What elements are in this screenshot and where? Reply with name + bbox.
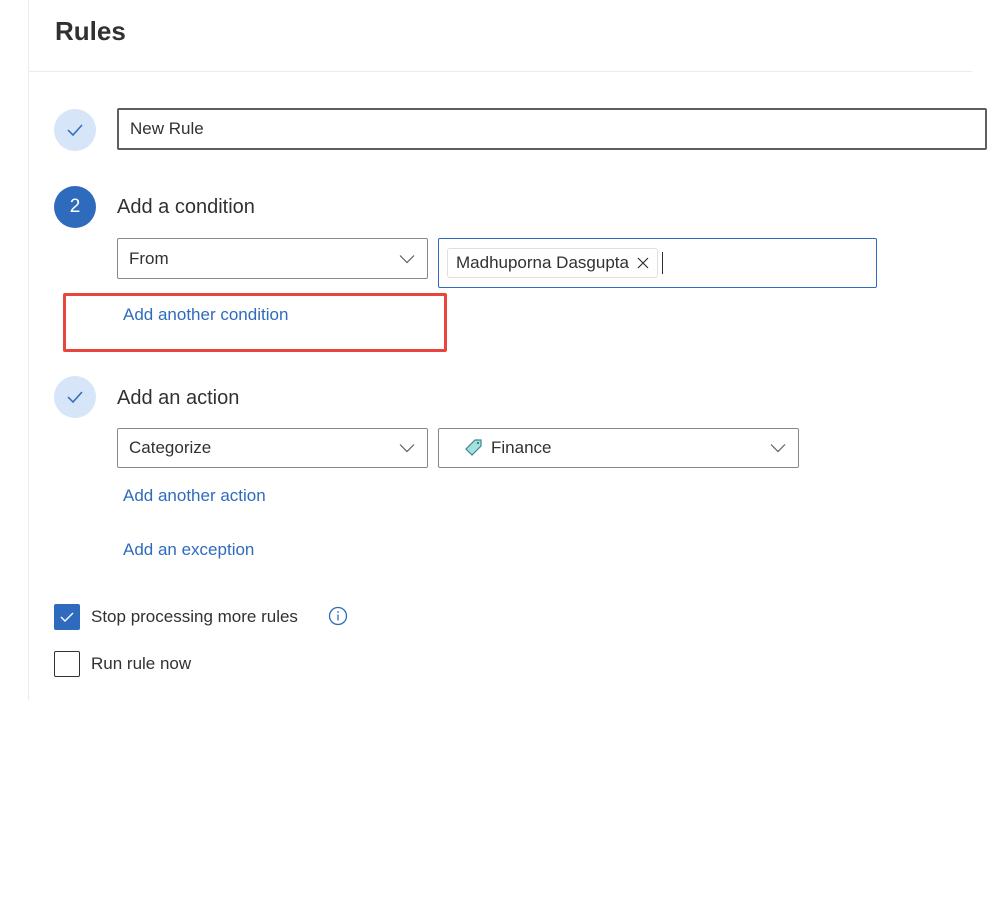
page-title: Rules <box>55 16 126 46</box>
close-icon[interactable] <box>637 257 649 269</box>
rule-name-input[interactable]: New Rule <box>117 108 987 150</box>
action-heading: Add an action <box>117 387 240 409</box>
stop-processing-checkbox[interactable] <box>54 604 80 630</box>
run-rule-now-label: Run rule now <box>91 654 192 673</box>
run-rule-now-checkbox[interactable] <box>54 651 80 677</box>
header-divider <box>28 71 972 72</box>
action-type-dropdown[interactable]: Categorize <box>117 428 428 468</box>
step-complete-icon <box>54 109 96 151</box>
condition-type-value: From <box>129 248 169 268</box>
category-dropdown[interactable]: Finance <box>438 428 799 468</box>
condition-heading: Add a condition <box>117 196 255 218</box>
panel-border <box>28 0 29 700</box>
chevron-down-icon <box>399 444 415 453</box>
stop-processing-label: Stop processing more rules <box>91 607 298 626</box>
step-complete-icon <box>54 376 96 418</box>
condition-type-dropdown[interactable]: From <box>117 238 428 279</box>
step-number-badge: 2 <box>54 186 96 228</box>
recipient-chip-label: Madhuporna Dasgupta <box>456 253 629 272</box>
checkmark-icon <box>60 612 74 622</box>
add-another-action-link[interactable]: Add another action <box>123 486 266 506</box>
add-exception-link[interactable]: Add an exception <box>123 540 254 560</box>
info-icon[interactable] <box>328 606 348 626</box>
category-value: Finance <box>491 438 552 457</box>
recipient-input[interactable]: Madhuporna Dasgupta <box>438 238 877 288</box>
action-type-value: Categorize <box>129 438 212 457</box>
add-another-condition-link[interactable]: Add another condition <box>123 305 288 325</box>
chevron-down-icon <box>770 444 786 453</box>
text-cursor <box>661 252 663 274</box>
recipient-chip: Madhuporna Dasgupta <box>447 248 658 278</box>
rule-name-value: New Rule <box>130 119 204 138</box>
tag-icon <box>465 439 482 456</box>
chevron-down-icon <box>399 254 415 263</box>
